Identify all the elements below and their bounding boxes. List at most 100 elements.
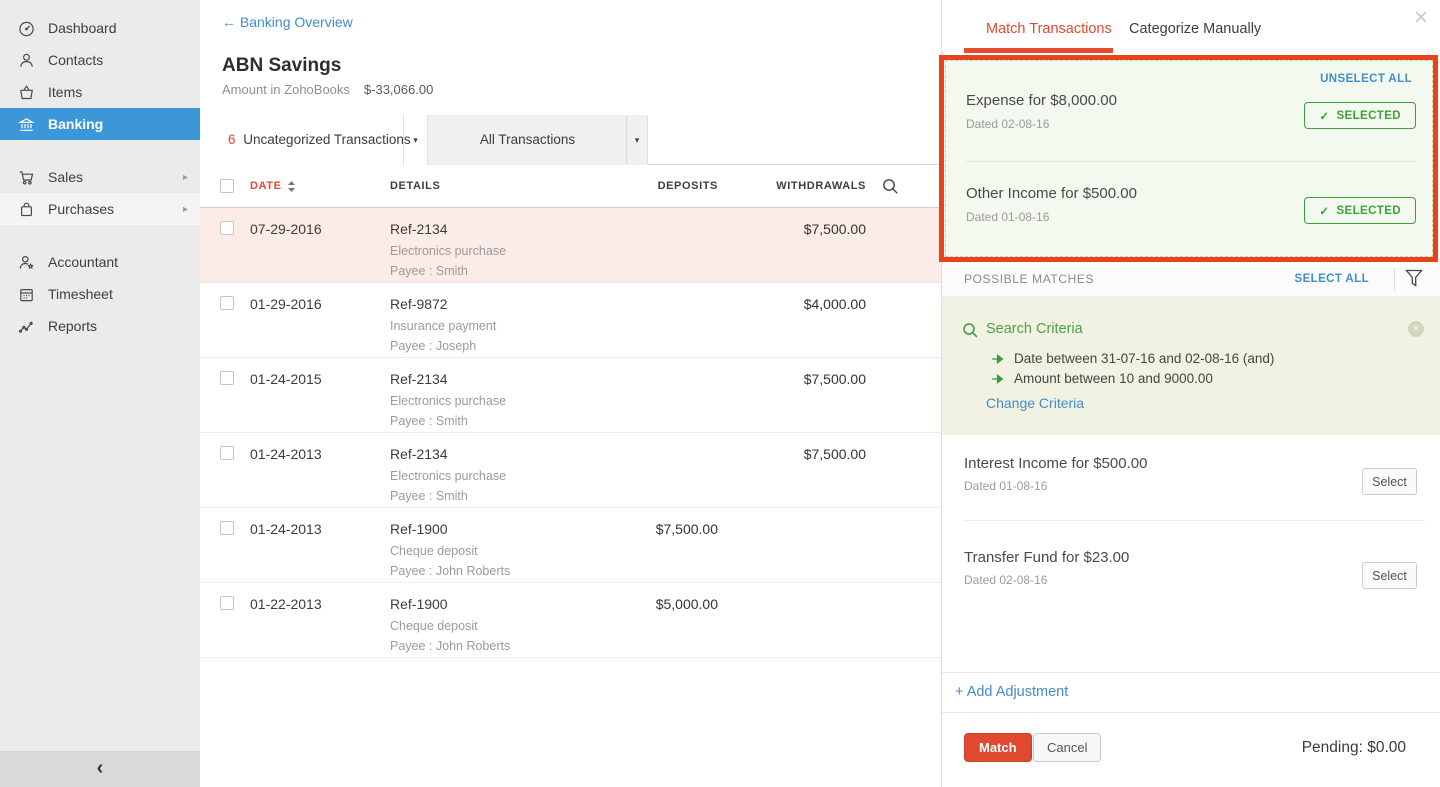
column-header-details: DETAILS	[390, 180, 568, 192]
tab-categorize-manually[interactable]: Categorize Manually	[1129, 21, 1261, 37]
sidebar-item-label: Dashboard	[48, 20, 117, 36]
sidebar-item-purchases[interactable]: Purchases ▸	[0, 193, 200, 225]
selected-button[interactable]: ✓ SELECTED	[1304, 197, 1416, 224]
sidebar-item-timesheet[interactable]: Timesheet	[0, 278, 200, 310]
divider	[964, 520, 1425, 521]
row-checkbox[interactable]	[220, 446, 234, 460]
select-button[interactable]: Select	[1362, 562, 1417, 589]
table-row[interactable]: 07-29-2016 Ref-2134 Electronics purchase…	[200, 208, 941, 283]
sidebar-item-banking[interactable]: Banking	[0, 108, 200, 140]
row-reference: Ref-1900	[390, 596, 568, 612]
divider	[966, 161, 1416, 162]
reports-icon	[18, 318, 35, 335]
change-criteria-link[interactable]: Change Criteria	[986, 395, 1084, 411]
account-subtitle: Amount in ZohoBooks$-33,066.00	[222, 82, 433, 97]
match-item-title: Transfer Fund for $23.00	[964, 549, 1129, 566]
sidebar-item-label: Timesheet	[48, 286, 113, 302]
row-date: 01-22-2013	[250, 583, 390, 657]
sidebar-item-label: Accountant	[48, 254, 118, 270]
criteria-line: Date between 31-07-16 and 02-08-16 (and)	[1014, 351, 1274, 366]
sidebar-collapse-button[interactable]: ‹	[0, 751, 200, 787]
row-description: Electronics purchase	[390, 394, 568, 408]
select-all-link[interactable]: SELECT ALL	[1295, 273, 1370, 285]
main-content: ← Banking Overview ABN Savings Amount in…	[200, 0, 941, 787]
row-description: Electronics purchase	[390, 244, 568, 258]
filter-funnel-icon[interactable]	[1405, 269, 1423, 288]
row-payee: Payee : Smith	[390, 414, 568, 428]
sidebar-item-items[interactable]: Items	[0, 76, 200, 108]
row-payee: Payee : Smith	[390, 489, 568, 503]
caret-down-icon: ▾	[635, 135, 640, 145]
pending-amount: Pending: $0.00	[1302, 739, 1406, 757]
match-item-title: Interest Income for $500.00	[964, 455, 1147, 472]
select-all-checkbox[interactable]	[220, 179, 234, 193]
table-row[interactable]: 01-24-2013 Ref-1900 Cheque deposit Payee…	[200, 508, 941, 583]
cancel-button[interactable]: Cancel	[1033, 733, 1101, 762]
selected-transactions-box: UNSELECT ALL Expense for $8,000.00 Dated…	[945, 60, 1433, 257]
sales-icon	[18, 169, 35, 186]
table-row[interactable]: 01-29-2016 Ref-9872 Insurance payment Pa…	[200, 283, 941, 358]
collapse-chevron-icon: ‹	[97, 757, 104, 779]
selected-button[interactable]: ✓ SELECTED	[1304, 102, 1416, 129]
timesheet-icon	[18, 286, 35, 303]
divider	[1394, 268, 1395, 291]
row-withdrawal: $4,000.00	[718, 283, 866, 357]
row-withdrawal: $7,500.00	[718, 358, 866, 432]
table-row[interactable]: 01-22-2013 Ref-1900 Cheque deposit Payee…	[200, 583, 941, 658]
table-header: DATE DETAILS DEPOSITS WITHDRAWALS	[200, 165, 941, 208]
sidebar-item-contacts[interactable]: Contacts	[0, 44, 200, 76]
row-deposit	[568, 208, 718, 282]
sidebar-item-reports[interactable]: Reports	[0, 310, 200, 342]
row-date: 01-24-2015	[250, 358, 390, 432]
row-reference: Ref-2134	[390, 446, 568, 462]
add-adjustment-link[interactable]: + Add Adjustment	[955, 684, 1068, 700]
sidebar-item-label: Contacts	[48, 52, 103, 68]
row-deposit	[568, 358, 718, 432]
unselect-all-link[interactable]: UNSELECT ALL	[1320, 73, 1412, 85]
row-deposit	[568, 433, 718, 507]
sidebar-item-sales[interactable]: Sales ▸	[0, 161, 200, 193]
close-icon[interactable]: ×	[1414, 4, 1428, 32]
sidebar-item-label: Purchases	[48, 201, 114, 217]
sort-icon	[287, 181, 296, 192]
tab-match-transactions[interactable]: Match Transactions	[986, 21, 1112, 37]
row-payee: Payee : John Roberts	[390, 564, 568, 578]
purchases-icon	[18, 201, 35, 218]
match-item-date: Dated 01-08-16	[964, 479, 1047, 493]
tab-all-transactions[interactable]: All Transactions ▾	[428, 115, 648, 165]
sidebar-item-accountant[interactable]: Accountant	[0, 246, 200, 278]
back-link-banking-overview[interactable]: ← Banking Overview	[222, 14, 353, 30]
table-row[interactable]: 01-24-2013 Ref-2134 Electronics purchase…	[200, 433, 941, 508]
row-checkbox[interactable]	[220, 521, 234, 535]
table-row[interactable]: 01-24-2015 Ref-2134 Electronics purchase…	[200, 358, 941, 433]
uncategorized-dropdown-caret[interactable]: ▾	[403, 115, 427, 165]
row-checkbox[interactable]	[220, 371, 234, 385]
select-button[interactable]: Select	[1362, 468, 1417, 495]
row-checkbox[interactable]	[220, 221, 234, 235]
search-criteria-box: Search Criteria × Date between 31-07-16 …	[942, 297, 1440, 435]
row-description: Cheque deposit	[390, 544, 568, 558]
row-date: 07-29-2016	[250, 208, 390, 282]
search-criteria-icon	[962, 322, 979, 339]
row-checkbox[interactable]	[220, 596, 234, 610]
transaction-filter-tabs: 6 Uncategorized Transactions ▾ All Trans…	[200, 115, 941, 165]
sidebar-item-dashboard[interactable]: Dashboard	[0, 12, 200, 44]
contacts-icon	[18, 52, 35, 69]
tab-uncategorized-transactions[interactable]: 6 Uncategorized Transactions ▾	[200, 115, 428, 165]
all-transactions-dropdown-caret[interactable]: ▾	[626, 115, 647, 165]
accountant-icon	[18, 254, 35, 271]
row-payee: Payee : John Roberts	[390, 639, 568, 653]
chevron-right-icon: ▸	[183, 204, 188, 215]
search-criteria-title: Search Criteria	[986, 321, 1083, 337]
selected-item-date: Dated 01-08-16	[966, 210, 1049, 224]
column-header-date[interactable]: DATE	[250, 180, 390, 192]
match-button[interactable]: Match	[964, 733, 1032, 762]
active-tab-underline	[964, 48, 1113, 53]
row-deposit	[568, 283, 718, 357]
row-withdrawal	[718, 583, 866, 657]
row-date: 01-24-2013	[250, 433, 390, 507]
match-item-date: Dated 02-08-16	[964, 573, 1047, 587]
row-checkbox[interactable]	[220, 296, 234, 310]
criteria-close-icon[interactable]: ×	[1408, 321, 1424, 337]
search-icon[interactable]	[882, 178, 899, 195]
